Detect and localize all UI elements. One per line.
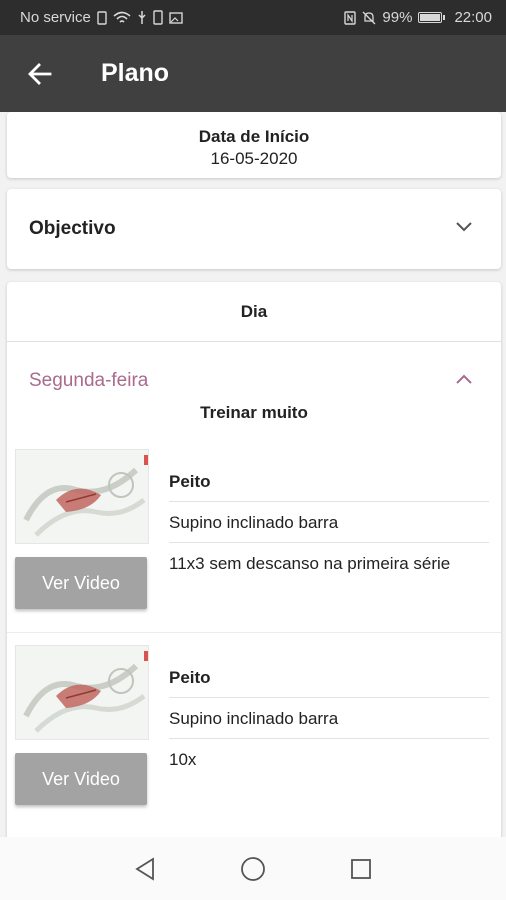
start-date-card: Data de Início 16-05-2020 [7,112,501,178]
exercise-detail: 10x [169,750,197,769]
day-label: Segunda-feira [29,370,149,391]
day-header: Dia [7,282,501,342]
carrier-text: No service [20,9,91,26]
exercise-name: Supino inclinado barra [169,698,489,739]
nfc-icon [344,10,357,25]
chevron-up-icon[interactable] [455,372,473,390]
page-title: Plano [101,59,170,87]
exercise-thumbnail[interactable] [15,449,149,544]
start-date-value: 16-05-2020 [210,149,298,168]
battery-icon [418,12,446,23]
sim-icon [97,10,107,25]
clock-time: 22:00 [454,9,492,26]
chevron-down-icon[interactable] [455,220,473,238]
system-nav-bar [0,837,506,900]
objective-expander[interactable]: Objectivo [7,189,501,269]
wifi-icon [113,11,131,25]
back-arrow-icon[interactable] [25,59,55,89]
exercise-name: Supino inclinado barra [169,502,489,543]
exercise-muscle: Peito [169,461,489,502]
objective-label: Objectivo [29,218,116,239]
battery-percent: 99% [382,9,413,26]
status-bar: No service 99% 22:00 [0,0,506,35]
nav-back-icon[interactable] [128,852,162,886]
usb-icon [137,10,147,25]
exercise-item: Ver Video Peito Supino inclinado barra 1… [7,437,501,632]
mute-bell-icon [362,11,376,25]
content-scroll[interactable]: Data de Início 16-05-2020 Objectivo Dia … [0,112,506,837]
exercise-detail: 11x3 sem descanso na primeira série [169,554,451,573]
exercise-thumbnail[interactable] [15,645,149,740]
day-note: Treinar muito [200,403,308,422]
start-date-label: Data de Início [198,127,310,146]
nav-home-icon[interactable] [236,852,270,886]
day-card: Dia Segunda-feira Treinar muito Ver Vide… [7,282,501,837]
exercise-details: Peito Supino inclinado barra 11x3 sem de… [169,461,489,583]
exercise-muscle: Peito [169,657,489,698]
app-bar: Plano [0,35,506,112]
exercise-item: Ver Video Peito Supino inclinado barra 1… [7,632,501,827]
image-icon [169,11,183,24]
phone-icon [153,10,163,25]
watch-video-button[interactable]: Ver Video [15,753,147,805]
watch-video-button[interactable]: Ver Video [15,557,147,609]
exercise-details: Peito Supino inclinado barra 10x [169,657,489,779]
nav-recents-icon[interactable] [344,852,378,886]
